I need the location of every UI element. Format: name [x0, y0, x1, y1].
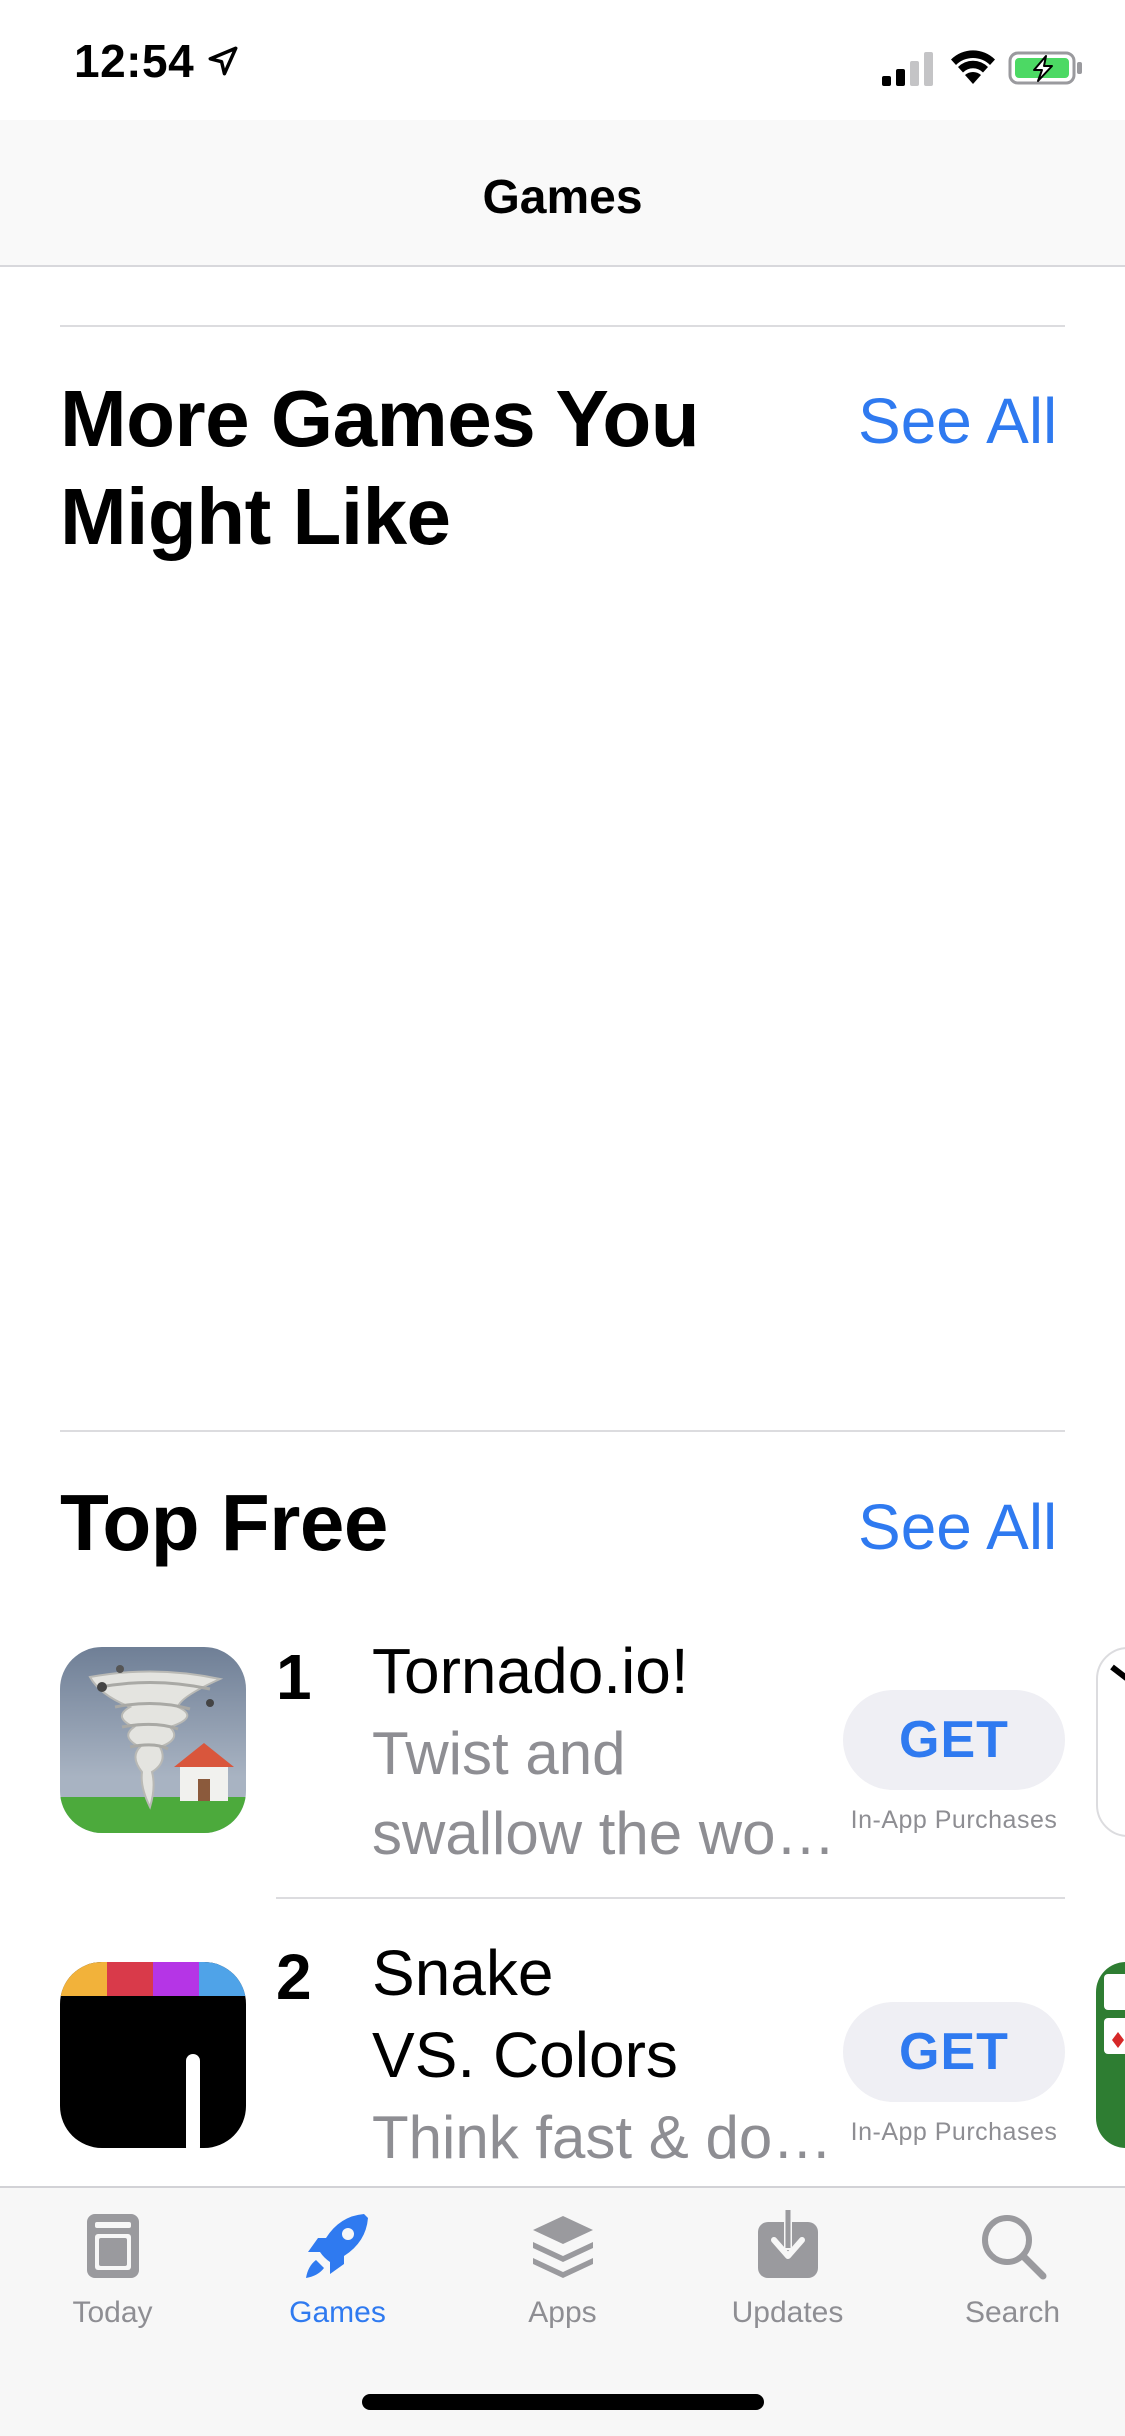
navigation-bar: Games: [0, 120, 1125, 267]
app-rank: 1: [276, 1641, 312, 1713]
app-store-screen: 12:54 Games More Games You Might Like Se…: [0, 0, 1125, 2436]
app-rank: 2: [276, 1941, 312, 2013]
search-icon: [981, 2215, 1046, 2280]
app-subtitle: Twist and: [372, 1720, 626, 1787]
section-title-top-free: Top Free: [60, 1478, 388, 1567]
battery-charging-icon: [1008, 51, 1082, 85]
in-app-purchases-note: In-App Purchases: [850, 1806, 1058, 1834]
tab-apps[interactable]: Apps: [450, 2208, 675, 2358]
tab-label: Games: [289, 2296, 386, 2329]
page-title: Games: [482, 171, 643, 224]
rocket-icon: [305, 2214, 368, 2278]
list-item[interactable]: 1 Tornado.io! Twist and swallow the wo… …: [0, 1620, 1125, 1920]
tab-label: Today: [72, 2296, 153, 2329]
tab-label: Apps: [528, 2296, 597, 2329]
snake-vs-colors-app-icon: [60, 1962, 246, 2148]
home-indicator[interactable]: [362, 2394, 764, 2410]
layers-icon: [532, 2216, 593, 2278]
section-title-more-games: More Games You Might Like: [60, 374, 700, 561]
status-bar: 12:54: [0, 0, 1125, 120]
tab-search[interactable]: Search: [900, 2208, 1125, 2358]
next-page-app-icon[interactable]: [1096, 1647, 1125, 1837]
tab-today[interactable]: Today: [0, 2208, 225, 2358]
section-divider: [60, 1430, 1065, 1432]
download-icon: [757, 2210, 818, 2278]
tab-label: Search: [964, 2296, 1061, 2329]
tab-label: Updates: [731, 2296, 844, 2329]
see-all-more-games-link[interactable]: See All: [858, 384, 1057, 458]
row-divider: [276, 1897, 1065, 1899]
app-name: Snake: [372, 1937, 554, 2009]
tab-games[interactable]: Games: [225, 2208, 450, 2358]
see-all-top-free-link[interactable]: See All: [858, 1490, 1057, 1564]
get-button[interactable]: GET: [843, 2002, 1065, 2102]
app-name: Tornado.io!: [372, 1635, 689, 1707]
location-arrow-icon: [208, 46, 238, 76]
tornado-app-icon: [60, 1647, 246, 1833]
cellular-signal-icon: [882, 52, 933, 86]
app-subtitle: swallow the wo…: [372, 1800, 836, 1867]
wifi-icon: [951, 50, 995, 84]
next-page-app-icon[interactable]: [1096, 1962, 1125, 2148]
app-name: VS. Colors: [372, 2019, 678, 2091]
section-divider: [60, 325, 1065, 327]
status-time: 12:54: [74, 35, 195, 87]
tab-updates[interactable]: Updates: [675, 2208, 900, 2358]
today-icon: [86, 2214, 139, 2278]
get-button[interactable]: GET: [843, 1690, 1065, 1790]
in-app-purchases-note: In-App Purchases: [850, 2118, 1058, 2146]
app-subtitle: Think fast & do…: [372, 2104, 833, 2171]
